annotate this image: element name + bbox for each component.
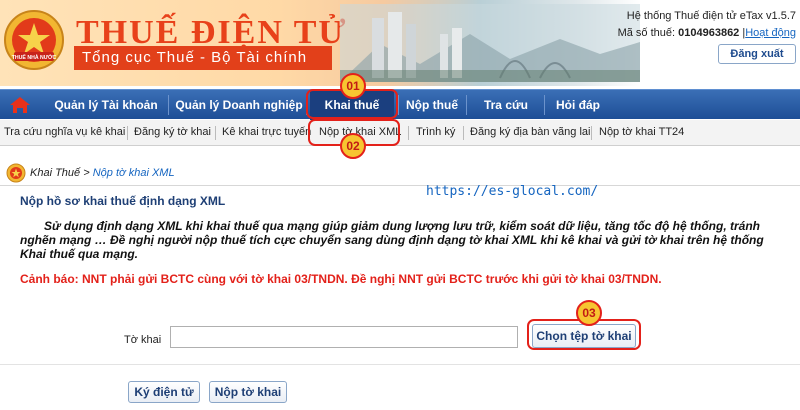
tax-id-value: 0104963862 xyxy=(678,27,740,39)
description-text: Sử dụng định dạng XML khi khai thuế qua … xyxy=(20,219,764,261)
nav-item-business[interactable]: Quản lý Doanh nghiệp xyxy=(172,90,306,120)
nav-item-faq[interactable]: Hỏi đáp xyxy=(548,90,608,120)
nav-divider xyxy=(398,95,399,115)
sub-nav-divider xyxy=(408,126,409,140)
file-label: Tờ khai xyxy=(124,334,162,346)
nav-divider xyxy=(168,95,169,115)
brand-subtitle: Tổng cục Thuế - Bộ Tài chính xyxy=(82,49,308,66)
tax-id-label: Mã số thuế: xyxy=(617,27,676,39)
home-icon xyxy=(10,97,30,113)
sub-nav: Tra cứu nghĩa vụ kê khai Đăng ký tờ khai… xyxy=(0,120,800,146)
logout-button[interactable]: Đăng xuất xyxy=(718,44,796,64)
header: THUẾ NHÀ NƯỚC THUẾ ĐIỆN TỬ Tổng cục Thuế… xyxy=(0,0,800,86)
status-link[interactable]: Hoạt động xyxy=(745,27,796,39)
file-path-field[interactable] xyxy=(170,326,518,348)
callout-badge-2: 02 xyxy=(340,133,366,159)
sub-nav-item-online-filing[interactable]: Kê khai trực tuyến xyxy=(222,120,311,145)
callout-badge-3: 03 xyxy=(576,300,602,326)
sub-nav-item-transient-area[interactable]: Đăng ký địa bàn vãng lai xyxy=(470,120,590,145)
breadcrumb-current: Nộp tờ khai XML xyxy=(92,167,175,179)
nav-divider xyxy=(466,95,467,115)
sub-nav-divider xyxy=(463,126,464,140)
main-nav: Quản lý Tài khoản Quản lý Doanh nghiệp K… xyxy=(0,89,800,120)
nav-item-account[interactable]: Quản lý Tài khoản xyxy=(44,90,168,120)
page-title: Nộp hồ sơ khai thuế định dạng XML xyxy=(20,194,226,208)
tax-emblem-icon xyxy=(6,163,26,183)
nav-item-tax-payment[interactable]: Nộp thuế xyxy=(400,90,464,120)
sub-nav-divider xyxy=(215,126,216,140)
home-button[interactable] xyxy=(0,90,40,120)
sub-nav-item-obligation-lookup[interactable]: Tra cứu nghĩa vụ kê khai xyxy=(4,120,125,145)
tax-emblem-logo: THUẾ NHÀ NƯỚC xyxy=(4,10,64,70)
tax-id-row: Mã số thuế: 0104963862 |Hoạt động xyxy=(618,25,796,42)
emblem-text: THUẾ NHÀ NƯỚC xyxy=(12,53,57,61)
submit-button[interactable]: Nộp tờ khai xyxy=(209,381,287,403)
city-skyline-image xyxy=(340,4,640,82)
form-divider xyxy=(0,364,800,365)
watermark-url: https://es-glocal.com/ xyxy=(426,184,599,199)
system-info: Hệ thống Thuế điện tử eTax v1.5.7 Mã số … xyxy=(618,8,796,42)
callout-badge-1: 01 xyxy=(340,73,366,99)
system-version: Hệ thống Thuế điện tử eTax v1.5.7 xyxy=(626,10,796,22)
sub-nav-divider xyxy=(591,126,592,140)
nav-item-lookup[interactable]: Tra cứu xyxy=(470,90,542,120)
sub-nav-item-signing[interactable]: Trình ký xyxy=(416,120,455,145)
nav-divider xyxy=(544,95,545,115)
breadcrumb: Khai Thuế > Nộp tờ khai XML xyxy=(0,160,800,186)
sub-nav-item-tt24[interactable]: Nộp tờ khai TT24 xyxy=(599,120,684,145)
warning-text: Cảnh báo: NNT phải gửi BCTC cùng với tờ … xyxy=(20,272,662,286)
breadcrumb-root[interactable]: Khai Thuế xyxy=(30,167,80,179)
sub-nav-item-register-return[interactable]: Đăng ký tờ khai xyxy=(134,120,211,145)
breadcrumb-separator: > xyxy=(83,167,90,179)
sign-button[interactable]: Ký điện tử xyxy=(128,381,200,403)
sub-nav-divider xyxy=(127,126,128,140)
breadcrumb-trail: Khai Thuế > Nộp tờ khai XML xyxy=(30,167,175,179)
